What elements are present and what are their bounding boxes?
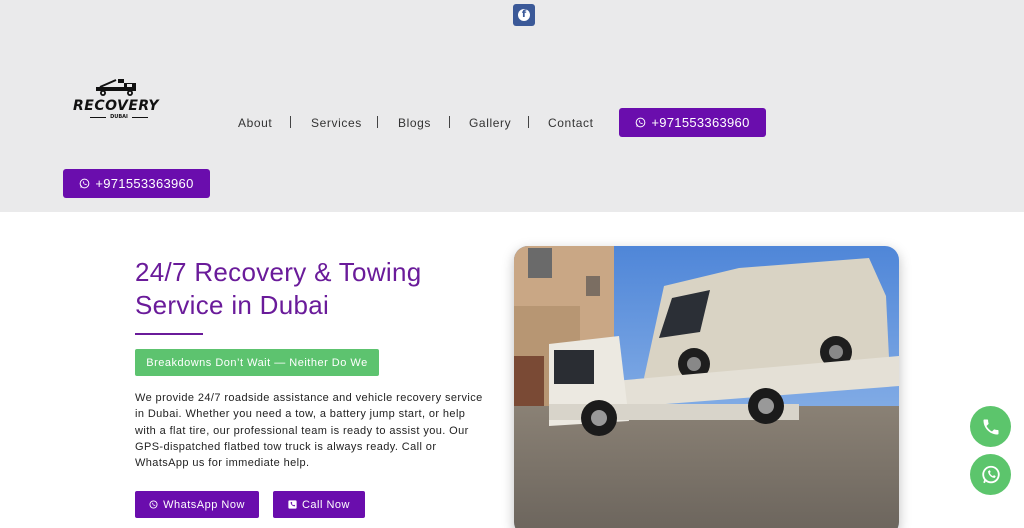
phone-square-icon bbox=[288, 500, 297, 509]
nav-separator bbox=[449, 116, 450, 128]
hero-title: 24/7 Recovery & Towing Service in Dubai bbox=[135, 256, 495, 322]
nav-gallery[interactable]: Gallery bbox=[469, 116, 511, 130]
nav-blogs[interactable]: Blogs bbox=[398, 116, 431, 130]
sub-whatsapp-button[interactable]: +971553363960 bbox=[63, 169, 210, 198]
hero-image-tow-truck bbox=[514, 246, 899, 528]
title-underline bbox=[135, 333, 203, 335]
logo-title: RECOVERY bbox=[73, 98, 160, 114]
header-whatsapp-button[interactable]: +971553363960 bbox=[619, 108, 766, 137]
whatsapp-icon bbox=[636, 117, 646, 128]
hero-title-line1: 24/7 Recovery & Towing bbox=[135, 257, 422, 287]
nav-separator bbox=[377, 116, 378, 128]
whatsapp-icon bbox=[149, 500, 158, 509]
nav-about[interactable]: About bbox=[238, 116, 272, 130]
sub-phone-number: +971553363960 bbox=[95, 176, 194, 191]
nav-separator bbox=[290, 116, 291, 128]
logo-subtitle: DUBAI bbox=[110, 114, 128, 120]
logo-subtitle-row: DUBAI bbox=[88, 114, 150, 120]
header-phone-number: +971553363960 bbox=[651, 115, 750, 130]
floating-whatsapp-button[interactable] bbox=[970, 454, 1011, 495]
hero-description: We provide 24/7 roadside assistance and … bbox=[135, 392, 483, 470]
floating-call-button[interactable] bbox=[970, 406, 1011, 447]
facebook-icon: f bbox=[518, 9, 530, 21]
nav-contact[interactable]: Contact bbox=[548, 116, 594, 130]
phone-icon bbox=[983, 419, 998, 434]
whatsapp-icon bbox=[981, 465, 1000, 483]
whatsapp-now-button[interactable]: WhatsApp Now bbox=[135, 491, 259, 518]
logo[interactable]: RECOVERY DUBAI bbox=[70, 78, 170, 124]
call-now-button[interactable]: Call Now bbox=[273, 491, 365, 518]
whatsapp-icon bbox=[80, 178, 90, 189]
hero-title-line2: Service in Dubai bbox=[135, 290, 330, 320]
nav-services[interactable]: Services bbox=[311, 116, 362, 130]
whatsapp-now-label: WhatsApp Now bbox=[163, 498, 245, 511]
hero-tagline: Breakdowns Don’t Wait — Neither Do We bbox=[135, 349, 379, 376]
nav-separator bbox=[528, 116, 529, 128]
facebook-button[interactable]: f bbox=[513, 4, 535, 26]
tow-truck-icon bbox=[96, 79, 136, 96]
call-now-label: Call Now bbox=[301, 498, 350, 511]
